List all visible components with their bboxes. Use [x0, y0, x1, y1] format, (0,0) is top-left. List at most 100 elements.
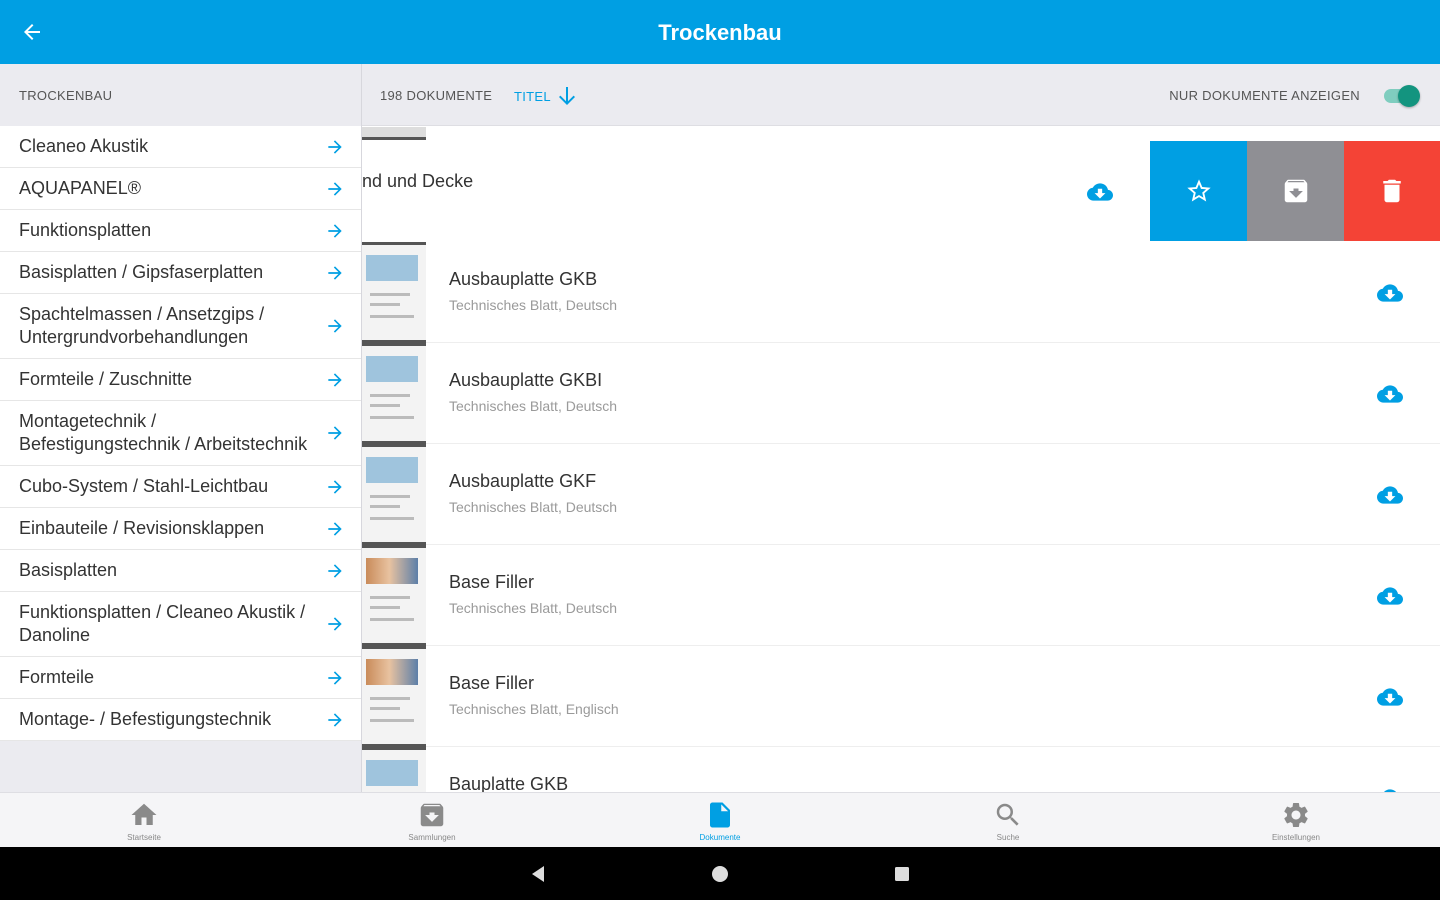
category-item[interactable]: Funktionsplatten [0, 210, 361, 252]
bottom-navigation: Startseite Sammlungen Dokumente Suche Ei… [0, 792, 1440, 847]
document-icon [710, 802, 730, 827]
document-row[interactable]: Ausbauplatte GKB Technisches Blatt, Deut… [362, 242, 1440, 343]
system-navigation-bar [0, 847, 1440, 900]
document-thumbnail [362, 545, 426, 646]
system-back-button[interactable] [525, 861, 551, 887]
document-toolbar: 198 DOKUMENTE TITEL NUR DOKUMENTE ANZEIG… [362, 64, 1440, 126]
category-item[interactable]: Funktionsplatten / Cleaneo Akustik / Dan… [0, 592, 361, 657]
document-title: nd und Decke [362, 171, 474, 191]
arrow-right-icon [328, 426, 342, 440]
document-row[interactable]: Base Filler Technisches Blatt, Englisch [362, 646, 1440, 747]
tab-dokumente[interactable]: Dokumente [576, 793, 864, 848]
category-item[interactable]: Montage- / Befestigungstechnik [0, 699, 361, 741]
star-outline-icon [1186, 179, 1211, 202]
category-label: Cubo-System / Stahl-Leichtbau [19, 476, 269, 496]
document-thumbnail [362, 242, 426, 343]
cloud-download-icon[interactable] [1372, 482, 1408, 508]
arrow-right-icon [328, 372, 342, 387]
arrow-right-icon [328, 319, 342, 333]
category-label: Spachtelmassen / Ansetzgips / Untergrund… [19, 304, 265, 347]
sort-label: TITEL [514, 88, 551, 104]
document-subtitle: Technisches Blatt, Deutsch [449, 499, 618, 515]
document-title: Ausbauplatte GKF [449, 471, 597, 491]
delete-action-button[interactable] [1344, 141, 1440, 241]
cloud-download-icon[interactable] [1372, 684, 1408, 710]
category-label: Formteile [19, 667, 95, 687]
arrow-right-icon [328, 139, 342, 154]
swiped-document-row[interactable]: nd und Decke [362, 127, 1440, 241]
document-count: 198 DOKUMENTE [380, 88, 493, 103]
documents-only-toggle[interactable] [1382, 85, 1420, 107]
category-item[interactable]: Formteile / Zuschnitte [0, 359, 361, 401]
category-label: Funktionsplatten [19, 220, 152, 240]
tab-suche[interactable]: Suche [864, 793, 1152, 848]
category-item[interactable]: Basisplatten / Gipsfaserplatten [0, 252, 361, 294]
category-item[interactable]: Spachtelmassen / Ansetzgips / Untergrund… [0, 294, 361, 359]
category-sidebar: TROCKENBAU Cleaneo Akustik AQUAPANEL® Fu… [0, 64, 361, 792]
document-row[interactable]: Bauplatte GKB [362, 747, 1440, 792]
document-subtitle: Technisches Blatt, Englisch [449, 701, 619, 717]
category-label: Funktionsplatten / Cleaneo Akustik / Dan… [19, 602, 306, 645]
trash-icon [1383, 179, 1401, 203]
system-home-button[interactable] [707, 861, 733, 887]
tab-einstellungen[interactable]: Einstellungen [1152, 793, 1440, 848]
arrow-right-icon [328, 521, 342, 536]
category-label: Montage- / Befestigungstechnik [19, 709, 272, 729]
tab-label: Dokumente [699, 832, 741, 842]
category-item[interactable]: AQUAPANEL® [0, 168, 361, 210]
category-item[interactable]: Cleaneo Akustik [0, 126, 361, 168]
category-item[interactable]: Einbauteile / Revisionsklappen [0, 508, 361, 550]
cloud-download-icon[interactable] [1372, 785, 1408, 792]
document-row[interactable]: Base Filler Technisches Blatt, Deutsch [362, 545, 1440, 646]
document-row[interactable]: Ausbauplatte GKBI Technisches Blatt, Deu… [362, 343, 1440, 444]
arrow-right-icon [328, 223, 342, 238]
arrow-right-icon [328, 563, 342, 578]
document-title: Ausbauplatte GKB [449, 269, 598, 289]
category-label: Einbauteile / Revisionsklappen [19, 518, 265, 538]
gear-icon [1284, 802, 1308, 827]
documents-only-label: NUR DOKUMENTE ANZEIGEN [1169, 88, 1360, 103]
square-recents-icon [895, 867, 909, 881]
document-title: Base Filler [449, 673, 535, 693]
search-icon [996, 803, 1019, 826]
add-to-collection-button[interactable] [1247, 141, 1344, 241]
document-list: nd und Decke Ausbauplatte GKB Technische… [362, 127, 1440, 792]
app-bar: Trockenbau [0, 0, 1440, 64]
category-label: Basisplatten / Gipsfaserplatten [19, 262, 264, 282]
document-title: Ausbauplatte GKBI [449, 370, 603, 390]
cloud-download-icon[interactable] [1082, 179, 1118, 205]
cloud-download-icon[interactable] [1372, 280, 1408, 306]
document-thumbnail [362, 646, 426, 747]
archive-icon [420, 803, 444, 826]
tab-sammlungen[interactable]: Sammlungen [288, 793, 576, 848]
document-row[interactable]: Ausbauplatte GKF Technisches Blatt, Deut… [362, 444, 1440, 545]
cloud-download-icon[interactable] [1372, 381, 1408, 407]
tab-label: Suche [996, 832, 1020, 842]
document-subtitle: Technisches Blatt, Deutsch [449, 600, 618, 616]
category-label: AQUAPANEL® [19, 178, 141, 198]
archive-icon [1284, 179, 1307, 203]
cloud-download-icon[interactable] [1372, 583, 1408, 609]
tab-label: Startseite [127, 832, 161, 842]
triangle-back-icon [532, 866, 544, 882]
system-recents-button[interactable] [889, 861, 915, 887]
category-label: Cleaneo Akustik [19, 136, 149, 156]
category-label: Montagetechnik / Befestigungstechnik / A… [19, 411, 308, 454]
tab-label: Einstellungen [1271, 832, 1321, 842]
document-subtitle: Technisches Blatt, Deutsch [449, 398, 618, 414]
arrow-right-icon [328, 712, 342, 727]
category-item[interactable]: Cubo-System / Stahl-Leichtbau [0, 466, 361, 508]
sidebar-header: TROCKENBAU [19, 88, 113, 103]
favorite-action-button[interactable] [1150, 141, 1247, 241]
sort-button[interactable]: TITEL [514, 83, 579, 109]
category-item[interactable]: Montagetechnik / Befestigungstechnik / A… [0, 401, 361, 466]
arrow-right-icon [328, 181, 342, 196]
category-item[interactable]: Basisplatten [0, 550, 361, 592]
document-thumbnail [362, 127, 426, 140]
arrow-right-icon [328, 265, 342, 280]
category-item[interactable]: Formteile [0, 657, 361, 699]
document-thumbnail [362, 747, 426, 792]
circle-home-icon [712, 866, 728, 882]
tab-startseite[interactable]: Startseite [0, 793, 288, 848]
arrow-right-icon [328, 479, 342, 494]
